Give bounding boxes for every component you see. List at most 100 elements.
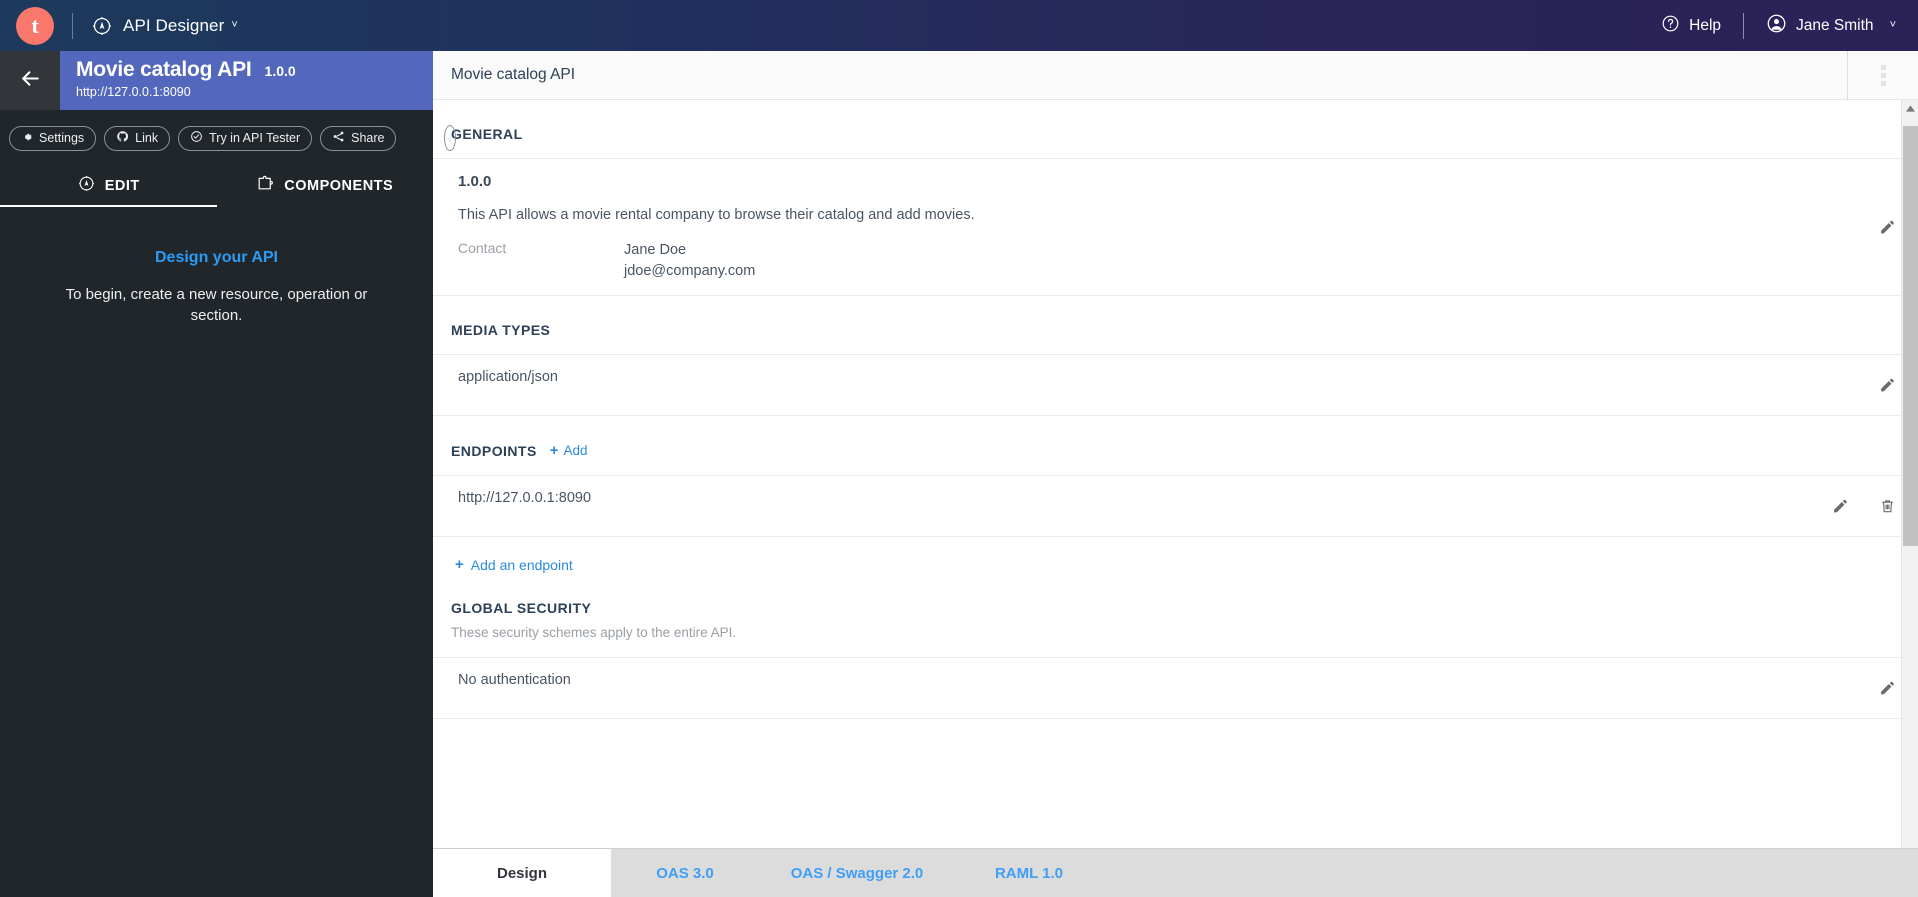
help-button[interactable]: Help (1661, 14, 1721, 38)
share-icon (332, 130, 345, 146)
kebab-dot (1880, 72, 1886, 78)
main-scrollbar[interactable] (1901, 100, 1918, 848)
api-url: http://127.0.0.1:8090 (76, 85, 191, 99)
add-an-endpoint-link[interactable]: + Add an endpoint (433, 537, 573, 573)
section-title-endpoints: ENDPOINTS + Add (433, 416, 1918, 475)
tab-edit[interactable]: EDIT (0, 166, 217, 207)
settings-button[interactable]: Settings (9, 125, 97, 151)
page-title: Movie catalog API (451, 66, 576, 83)
media-types-row-content: application/json (458, 369, 1918, 385)
main-scroll-area: GENERAL 1.0.0 This API allows a movie re… (433, 100, 1918, 848)
contact-label: Contact (458, 240, 507, 256)
pencil-icon[interactable] (1879, 219, 1896, 236)
sidebar-action-pills: Settings Link Try in API Tester Share + (0, 110, 457, 151)
user-menu[interactable]: Jane Smith ˅ (1766, 13, 1896, 39)
sidebar-tabs: EDIT COMPONENTS (0, 166, 433, 207)
tab-components[interactable]: COMPONENTS (217, 166, 434, 207)
bottom-tab-raml[interactable]: RAML 1.0 (955, 849, 1103, 897)
tab-components-label: COMPONENTS (284, 177, 394, 194)
bottom-tab-bar: Design OAS 3.0 OAS / Swagger 2.0 RAML 1.… (433, 848, 1918, 897)
general-row-content: 1.0.0 This API allows a movie rental com… (458, 173, 1918, 281)
media-type-value: application/json (458, 369, 558, 386)
bottom-tab-filler (1103, 849, 1918, 897)
try-in-api-tester-button[interactable]: Try in API Tester (178, 125, 313, 151)
add-label: Add (563, 443, 588, 459)
top-bar: t API Designer ˅ Help Jane Smith ˅ (0, 0, 1918, 51)
main-panel: Movie catalog API GENERAL 1.0.0 This API… (433, 50, 1918, 897)
main-header: Movie catalog API (433, 50, 1918, 100)
back-arrow-icon (18, 66, 43, 96)
user-circle-icon (1766, 13, 1787, 39)
pencil-icon[interactable] (1879, 377, 1896, 394)
global-security-value: No authentication (458, 672, 571, 689)
endpoint-row-actions (1832, 498, 1896, 515)
user-name: Jane Smith (1796, 16, 1874, 34)
global-security-row: No authentication (433, 657, 1918, 720)
bottom-tab-oas-3[interactable]: OAS 3.0 (611, 849, 759, 897)
top-bar-right-divider (1743, 12, 1745, 39)
gear-icon (21, 131, 33, 146)
top-bar-right: Help Jane Smith ˅ (1661, 12, 1918, 39)
add-button[interactable]: + (444, 125, 457, 151)
design-your-api-heading: Design your API (155, 249, 278, 266)
share-label: Share (351, 131, 385, 145)
bottom-tab-design[interactable]: Design (433, 849, 611, 897)
api-version: 1.0.0 (264, 63, 296, 79)
media-types-heading: MEDIA TYPES (451, 322, 551, 339)
pencil-icon[interactable] (1879, 680, 1896, 697)
app-name[interactable]: API Designer (123, 16, 224, 36)
top-bar-divider (72, 12, 73, 39)
more-vertical-icon[interactable] (1848, 51, 1918, 100)
general-row: 1.0.0 This API allows a movie rental com… (433, 158, 1918, 297)
plus-icon: + (549, 442, 559, 460)
tab-edit-label: EDIT (104, 177, 140, 194)
share-button[interactable]: Share (320, 125, 397, 151)
contact-field: Contact Jane Doe jdoe@company.com (458, 240, 1798, 281)
link-button[interactable]: Link (104, 125, 171, 151)
kebab-dot (1880, 64, 1886, 70)
user-chevron-down-icon[interactable]: ˅ (1890, 20, 1896, 31)
media-types-row: application/json (433, 354, 1918, 417)
plus-icon: + (455, 556, 464, 574)
design-your-api-text: To begin, create a new resource, operati… (65, 286, 368, 325)
endpoints-heading: ENDPOINTS (451, 442, 537, 459)
section-title-media-types: MEDIA TYPES (433, 296, 1918, 354)
scrollbar-thumb[interactable] (1903, 126, 1918, 546)
api-banner: Movie catalog API 1.0.0 http://127.0.0.1… (60, 51, 433, 110)
app-logo[interactable]: t (16, 6, 54, 45)
main-content: GENERAL 1.0.0 This API allows a movie re… (433, 100, 1918, 759)
global-security-row-actions (1879, 680, 1896, 697)
add-endpoint-link-top[interactable]: + Add (550, 442, 588, 459)
section-title-general: GENERAL (433, 100, 1918, 158)
contact-email: jdoe@company.com (624, 262, 756, 279)
pencil-icon[interactable] (1832, 498, 1849, 515)
section-title-global-security: GLOBAL SECURITY (433, 574, 1918, 632)
settings-label: Settings (39, 131, 85, 145)
endpoint-row-content: http://127.0.0.1:8090 (458, 490, 1918, 506)
help-circle-icon (1661, 14, 1680, 38)
contact-value: Jane Doe jdoe@company.com (624, 240, 755, 281)
sidebar: Movie catalog API 1.0.0 http://127.0.0.1… (0, 51, 457, 897)
compass-icon (77, 174, 96, 197)
api-description: This API allows a movie rental company t… (458, 207, 975, 223)
scroll-up-arrow-icon[interactable] (1902, 100, 1918, 117)
link-github-icon (116, 130, 129, 146)
endpoint-row: http://127.0.0.1:8090 (433, 475, 1918, 538)
sidebar-header: Movie catalog API 1.0.0 http://127.0.0.1… (0, 51, 433, 110)
puzzle-icon (256, 174, 275, 197)
link-label: Link (135, 131, 159, 145)
endpoint-value: http://127.0.0.1:8090 (458, 490, 592, 507)
global-security-heading: GLOBAL SECURITY (451, 600, 592, 617)
api-title: Movie catalog API (76, 58, 252, 81)
back-button[interactable] (0, 51, 60, 110)
top-bar-left: t API Designer ˅ (0, 6, 238, 45)
contact-name: Jane Doe (624, 242, 687, 258)
trash-icon[interactable] (1879, 498, 1896, 515)
bottom-tab-oas-swagger-2[interactable]: OAS / Swagger 2.0 (759, 849, 955, 897)
compass-icon (91, 15, 113, 37)
add-an-endpoint-label: Add an endpoint (470, 556, 573, 573)
chevron-down-icon[interactable]: ˅ (231, 20, 237, 31)
plus-icon: + (445, 128, 456, 148)
help-label: Help (1689, 16, 1722, 34)
app-logo-letter: t (31, 12, 39, 38)
